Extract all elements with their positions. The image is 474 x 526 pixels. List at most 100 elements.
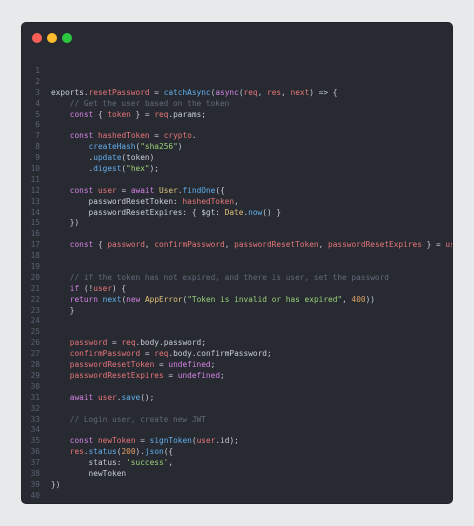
code-token: status	[88, 447, 117, 457]
code-token: user	[97, 185, 117, 195]
code-token: .	[51, 153, 94, 163]
code-text: const { password, confirmPassword, passw…	[51, 240, 452, 251]
line-number: 23	[30, 305, 40, 315]
code-line: 32	[22, 404, 452, 415]
code-token: ))	[365, 294, 375, 304]
code-text: exports.resetPassword = catchAsync(async…	[51, 88, 337, 99]
line-number: 31	[30, 392, 40, 402]
code-token: ,	[224, 240, 235, 250]
code-line: 35 const newToken = signToken(user.id);	[22, 436, 452, 447]
code-token: passwordResetExpires	[328, 240, 422, 250]
code-token: .	[51, 164, 94, 174]
code-token: ) {	[112, 283, 127, 293]
code-token: passwordResetToken	[234, 240, 319, 250]
code-line: 41})	[22, 502, 452, 503]
code-line: 8 createHash("sha256")	[22, 142, 452, 153]
code-token: ();	[140, 392, 155, 402]
code-token: User	[159, 185, 178, 195]
minimize-button[interactable]	[47, 33, 57, 43]
code-line: 21 if (!user) {	[22, 284, 452, 295]
line-number: 8	[35, 142, 40, 152]
line-number: 20	[30, 272, 40, 282]
code-token: =	[135, 436, 150, 446]
line-number: 24	[30, 316, 40, 326]
code-token: resetPassword	[88, 87, 150, 97]
line-number: 37	[30, 458, 40, 468]
code-token: undefined	[168, 360, 211, 370]
code-token: } =	[130, 109, 155, 119]
code-line: 20 // if the token has not expired, and …	[22, 273, 452, 284]
code-line: 29 passwordResetExpires = undefined;	[22, 371, 452, 382]
line-number: 34	[30, 425, 40, 435]
code-token: .id);	[215, 436, 239, 446]
code-text: passwordResetExpires: { $gt: Date.now() …	[51, 207, 282, 219]
code-line: 5 const { token } = req.params;	[22, 110, 452, 121]
code-token: ,	[234, 196, 239, 206]
code-token: 'success'	[126, 458, 169, 468]
line-number: 29	[30, 370, 40, 380]
code-line: 22 return next(new AppError("Token is in…	[22, 295, 452, 306]
code-token: crypto	[163, 131, 192, 141]
code-text: const hashedToken = crypto.	[51, 131, 197, 142]
code-token: =	[140, 349, 155, 359]
code-line: 37 status: 'success',	[22, 458, 452, 469]
code-token: passwordResetToken:	[51, 196, 183, 206]
code-token: .params;	[168, 109, 206, 119]
code-token: )	[177, 142, 183, 152]
code-line: 6	[22, 120, 452, 131]
code-text: // Get the user based on the token	[51, 99, 230, 110]
line-number: 38	[30, 468, 40, 478]
code-token: .body.password;	[135, 338, 206, 348]
line-number: 22	[30, 294, 40, 304]
code-token: }	[51, 305, 75, 315]
code-line: 16	[22, 229, 452, 240]
line-number: 14	[30, 207, 40, 217]
code-token: AppError	[144, 294, 183, 304]
code-token: user	[445, 240, 452, 250]
code-text: const { token } = req.params;	[51, 110, 206, 121]
line-number: 16	[30, 229, 40, 239]
code-line: 7 const hashedToken = crypto.	[22, 131, 452, 142]
code-token: // Login user, create new JWT	[51, 414, 206, 424]
code-token: next	[102, 294, 122, 304]
maximize-button[interactable]	[62, 33, 72, 43]
line-number: 39	[30, 479, 40, 489]
code-line: 13 passwordResetToken: hashedToken,	[22, 197, 452, 208]
close-button[interactable]	[32, 33, 42, 43]
code-text: password = req.body.password;	[51, 338, 206, 349]
code-token: ;	[220, 370, 225, 380]
code-token: res	[69, 447, 84, 457]
code-token: =	[149, 87, 164, 97]
code-token: ,	[144, 240, 155, 250]
code-token: token	[107, 109, 131, 119]
line-number: 41	[26, 502, 40, 503]
code-text: newToken	[51, 468, 127, 480]
code-text: })	[51, 502, 60, 503]
line-number: 18	[30, 251, 40, 261]
code-token: () }	[262, 207, 282, 217]
code-token: await	[69, 392, 94, 402]
code-line: 24	[22, 316, 452, 327]
code-token: ({	[215, 185, 225, 195]
code-token: newToken	[51, 468, 127, 478]
code-token: catchAsync	[163, 87, 211, 97]
code-text: await user.save();	[51, 392, 155, 404]
code-line: 10 .digest("hex");	[22, 164, 452, 175]
code-line: 19	[22, 262, 452, 273]
title-bar	[22, 23, 452, 55]
code-token: 200	[121, 447, 136, 457]
line-number: 26	[30, 338, 40, 348]
code-token: await	[130, 185, 155, 195]
code-line: 2	[22, 77, 452, 88]
code-token: const	[69, 436, 94, 446]
code-text: passwordResetToken: hashedToken,	[51, 197, 239, 208]
code-token: passwordResetToken	[69, 360, 155, 370]
code-token: =	[163, 370, 178, 380]
code-line: 40	[22, 491, 452, 502]
line-number: 11	[30, 174, 40, 184]
